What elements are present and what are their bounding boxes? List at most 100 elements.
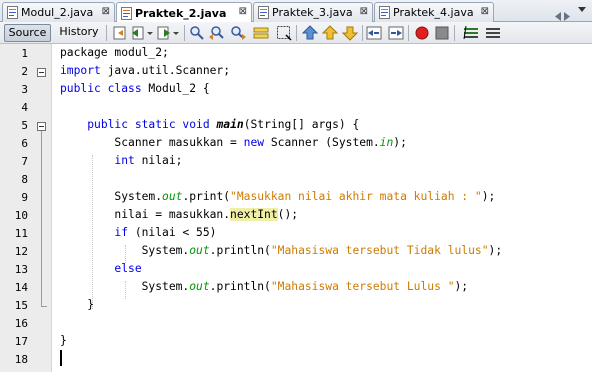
code-token: "Masukkan nilai akhir mata kuliah : " [230,190,482,203]
code-token: nilai = masukkan. [60,208,231,221]
tab-label: Praktek_4.java [393,6,474,19]
code-line[interactable]: public class Modul_2 { [60,80,210,98]
code-token: main [216,118,244,131]
uncomment-icon[interactable] [485,25,501,41]
find-previous-icon[interactable] [209,25,225,41]
tab-label: Praktek_3.java [272,6,353,19]
shift-line-left-icon[interactable] [366,25,382,41]
code-token: ); [481,190,496,203]
toggle-rectangular-selection-icon[interactable] [276,25,292,41]
line-number: 13 [14,263,28,276]
code-token: out [162,190,183,203]
code-line[interactable]: System.out.println("Mahasiswa tersebut T… [60,242,503,260]
back-icon[interactable] [130,25,146,41]
code-token: (); [277,208,299,221]
code-line[interactable]: int nilai; [60,152,182,170]
code-token: .println( [209,244,271,257]
toolbar-separator [454,25,455,41]
line-number: 14 [14,281,28,294]
toolbar-separator [362,25,363,41]
code-token: int [114,154,135,167]
text-cursor [60,350,62,366]
toolbar-separator [408,25,409,41]
editor-tab-bar: Modul_2.java ⊠ Praktek_2.java ⊠ Praktek_… [0,0,592,23]
code-token: public static void [87,118,210,131]
code-token: public class [60,82,142,95]
shift-line-right-icon[interactable] [388,25,404,41]
code-line[interactable]: package modul_2; [60,44,169,62]
code-line[interactable]: Scanner masukkan = new Scanner (System.i… [60,134,406,152]
java-file-icon [121,6,132,20]
toggle-bookmark-icon[interactable] [341,25,359,41]
code-line[interactable]: import java.util.Scanner; [60,62,230,80]
toolbar-separator [106,25,107,41]
code-token: in [379,136,394,149]
forward-icon[interactable] [156,25,172,41]
code-token: package modul_2; [60,46,169,59]
line-number: 3 [21,83,28,96]
code-token: nextInt [230,208,278,221]
fold-toggle-icon[interactable] [37,122,46,131]
code-line[interactable]: if (nilai < 55) [60,224,216,242]
code-token: Scanner (System. [264,136,380,149]
code-line[interactable]: } [60,332,67,350]
code-token: System. [60,244,190,257]
code-editor[interactable]: 1 2 3 4 5 6 7 8 9 10 11 12 13 14 15 16 1… [0,44,592,372]
code-line[interactable]: System.out.print("Masukkan nilai akhir m… [60,188,495,206]
code-token: ); [454,280,469,293]
tab-praktek-3[interactable]: Praktek_3.java ⊠ [253,2,373,22]
toggle-highlight-search-icon[interactable] [253,25,269,41]
code-token: else [114,262,142,275]
code-token: .println( [209,280,271,293]
back-dropdown-icon[interactable] [146,25,154,41]
start-macro-recording-icon[interactable] [414,25,430,41]
tab-praktek-2[interactable]: Praktek_2.java ⊠ [116,2,252,23]
java-file-icon [379,6,390,19]
toolbar-separator [296,25,297,41]
previous-bookmark-icon[interactable] [301,25,319,41]
code-token: Scanner masukkan = [60,136,244,149]
editor-toolbar: Source History [0,22,592,44]
line-number: 17 [14,335,28,348]
code-line[interactable]: System.out.println("Mahasiswa tersebut L… [60,278,469,296]
find-next-icon[interactable] [230,25,246,41]
line-number: 9 [21,191,28,204]
line-number: 6 [21,137,28,150]
code-line[interactable]: } [60,296,94,314]
comment-icon[interactable] [463,25,479,41]
forward-dropdown-icon[interactable] [172,25,180,41]
next-bookmark-icon[interactable] [321,25,339,41]
tab-modul-2[interactable]: Modul_2.java ⊠ [2,2,115,22]
line-number: 18 [14,353,28,366]
line-number: 15 [14,299,28,312]
line-number: 10 [14,209,28,222]
history-view-button[interactable]: History [56,24,102,42]
find-selection-icon[interactable] [189,25,205,41]
line-number: 16 [14,317,28,330]
code-line[interactable]: else [60,260,142,278]
code-line[interactable]: nilai = masukkan.nextInt(); [60,206,298,224]
line-number: 11 [14,227,28,240]
tab-praktek-4[interactable]: Praktek_4.java ⊠ [374,2,494,22]
last-edit-icon[interactable] [112,25,128,41]
code-token: if [114,226,129,239]
close-tab-icon[interactable]: ⊠ [481,6,489,17]
code-line[interactable]: public static void main(String[] args) { [60,116,359,134]
code-token: new [243,136,265,149]
toolbar-separator [184,25,185,41]
code-token: (nilai < 55) [128,226,217,239]
code-token: out [189,244,210,257]
close-tab-icon[interactable]: ⊠ [102,6,110,17]
tab-list-dropdown-icon[interactable] [578,5,587,18]
close-tab-icon[interactable]: ⊠ [239,6,247,17]
line-number: 4 [21,101,28,114]
close-tab-icon[interactable]: ⊠ [360,6,368,17]
fold-toggle-icon[interactable] [37,68,46,77]
code-token: (String[] args) { [243,118,360,131]
source-view-button[interactable]: Source [4,24,51,42]
stop-macro-recording-icon[interactable] [434,25,450,41]
